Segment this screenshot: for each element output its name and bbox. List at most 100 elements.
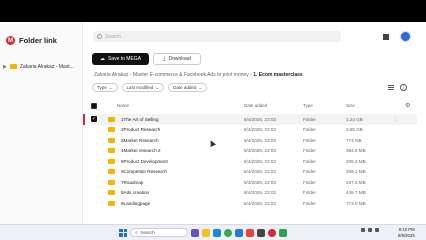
apps-grid-icon[interactable] — [383, 34, 389, 40]
mega-app-window: M Folder link ▶ Zakaria Alrakaz - Mast..… — [0, 22, 426, 224]
row-name: 1The Art of Selling — [121, 116, 159, 122]
opera-icon[interactable] — [268, 228, 276, 237]
row-date: 8/4/2025, 23:03 — [244, 190, 276, 196]
clock-time: 9:10 PM — [398, 227, 415, 232]
row-type: Folder — [303, 200, 317, 206]
breadcrumb-current: 1. Ecom masterclass — [253, 72, 303, 78]
volume-icon[interactable] — [375, 228, 379, 232]
table-row[interactable]: 7Roadmap 8/4/2025, 23:03 Folder 237.6 MB — [91, 177, 417, 188]
taskbar-search-label: Search — [140, 230, 155, 235]
download-button[interactable]: ⤓ Download — [153, 53, 201, 65]
main-panel: Search ☁ Save to MEGA ⤓ Download Zakaria… — [83, 22, 426, 224]
chevron-right-icon[interactable]: ▶ — [3, 64, 7, 70]
green-app-icon[interactable] — [279, 228, 287, 237]
filter-added-label: Date added — [173, 85, 197, 90]
table-row[interactable]: 6Competitor Research 8/4/2025, 23:03 Fol… — [91, 167, 417, 178]
row-name: 4Market research 2 — [121, 148, 161, 154]
file-explorer-icon[interactable] — [202, 228, 210, 237]
table-row[interactable]: ✓ 1The Art of Selling 8/4/2025, 23:03 Fo… — [83, 114, 417, 125]
save-to-mega-label: Save to MEGA — [107, 56, 142, 62]
row-type: Folder — [303, 137, 317, 143]
search-icon: ⌕ — [135, 230, 138, 235]
header-name[interactable]: Name — [117, 103, 129, 108]
search-icon — [97, 34, 102, 39]
table-row[interactable]: 8Ads creation 8/4/2025, 23:03 Folder 449… — [91, 188, 417, 199]
store-icon[interactable] — [235, 228, 243, 237]
filter-date-added[interactable]: Date added ⌄ — [168, 83, 208, 92]
header-date-added[interactable]: Date added — [244, 103, 267, 108]
filter-type[interactable]: Type ⌄ — [92, 83, 118, 92]
row-size: 774 GB — [346, 137, 362, 143]
row-type: Folder — [303, 179, 317, 185]
filter-last-modified[interactable]: Last modified ⌄ — [121, 83, 165, 92]
chrome-icon[interactable] — [224, 228, 232, 237]
taskbar-center: ⌕ Search — [119, 228, 287, 237]
row-type: Folder — [303, 158, 317, 164]
clock-date: 8/5/2025 — [398, 232, 415, 238]
column-settings-icon[interactable]: ⚙ — [405, 102, 410, 109]
row-type: Folder — [303, 148, 317, 154]
table-row[interactable]: 5Product Development 8/4/2025, 23:03 Fol… — [91, 156, 417, 167]
row-date: 8/4/2025, 23:03 — [244, 137, 276, 143]
row-date: 8/4/2025, 23:03 — [244, 127, 276, 133]
search-input[interactable]: Search — [93, 31, 341, 42]
download-label: Download — [168, 56, 191, 62]
cloud-icon: ☁ — [99, 56, 105, 62]
row-size: 237.6 MB — [346, 179, 366, 185]
table-row[interactable]: 9Landingpage 8/4/2025, 23:03 Folder 773.… — [91, 198, 417, 209]
task-view-icon[interactable] — [191, 228, 199, 237]
row-size: 205.2 MB — [346, 158, 366, 164]
brand: M Folder link — [6, 36, 57, 45]
wifi-icon[interactable] — [368, 228, 372, 232]
avatar[interactable] — [400, 31, 411, 42]
chevron-up-icon[interactable] — [361, 228, 365, 232]
row-checkbox[interactable]: ✓ — [91, 116, 97, 123]
breadcrumb-parent[interactable]: Zakaria Alrakaz - Master E-commerce & Fa… — [94, 72, 249, 78]
row-date: 8/4/2025, 23:03 — [244, 169, 276, 175]
row-size: 773.0 MB — [346, 200, 366, 206]
sidebar-item-root-folder[interactable]: ▶ Zakaria Alrakaz - Mast... — [3, 61, 82, 72]
app-icon[interactable] — [257, 228, 265, 237]
save-to-mega-button[interactable]: ☁ Save to MEGA — [92, 53, 149, 65]
folder-icon — [108, 158, 115, 164]
info-icon[interactable]: i — [400, 84, 407, 91]
download-icon: ⤓ — [163, 56, 166, 62]
row-date: 8/4/2025, 23:03 — [244, 148, 276, 154]
table-row[interactable]: 2Product Research 8/4/2025, 23:03 Folder… — [91, 125, 417, 136]
header-size[interactable]: Size — [346, 103, 355, 108]
row-name: 9Landingpage — [121, 200, 151, 206]
chevron-down-icon: ⌄ — [198, 84, 203, 90]
folder-icon — [108, 179, 115, 185]
sidebar-item-label: Zakaria Alrakaz - Mast... — [19, 63, 74, 70]
search-placeholder: Search — [105, 33, 121, 40]
row-name: 5Product Development — [121, 158, 168, 164]
header-type[interactable]: Type — [303, 103, 313, 108]
row-size: 384.6 MB — [346, 148, 366, 154]
row-size: 449.7 MB — [346, 190, 366, 196]
row-name: 8Ads creation — [121, 190, 150, 196]
more-options-icon[interactable]: ⋮ — [393, 116, 398, 122]
table-row[interactable]: 4Market research 2 8/4/2025, 23:03 Folde… — [91, 146, 417, 157]
table-row[interactable]: 3Market Research 8/4/2025, 23:03 Folder … — [91, 135, 417, 146]
row-name: 6Competitor Research — [121, 169, 167, 175]
chevron-down-icon: ⌄ — [155, 84, 160, 90]
list-view-icon[interactable] — [388, 85, 394, 90]
windows-start-icon[interactable] — [119, 228, 127, 237]
row-type: Folder — [303, 116, 317, 122]
clock[interactable]: 9:10 PM 8/5/2025 — [398, 227, 415, 238]
media-app-icon[interactable] — [246, 228, 254, 237]
edge-browser-icon[interactable] — [213, 228, 221, 237]
row-name: 2Product Research — [121, 127, 161, 133]
row-size: 209.1 MB — [346, 169, 366, 175]
row-date: 8/4/2025, 23:03 — [244, 179, 276, 185]
row-size: 3.85 GB — [346, 127, 363, 133]
row-name: 3Market Research — [121, 137, 159, 143]
select-all-checkbox[interactable] — [91, 102, 97, 109]
taskbar: ⌕ Search 9:10 PM 8/5/2025 — [0, 224, 426, 240]
row-type: Folder — [303, 190, 317, 196]
row-type: Folder — [303, 127, 317, 133]
taskbar-search[interactable]: ⌕ Search — [130, 228, 188, 237]
folder-icon — [108, 137, 115, 143]
row-type: Folder — [303, 169, 317, 175]
folder-icon — [108, 127, 115, 133]
